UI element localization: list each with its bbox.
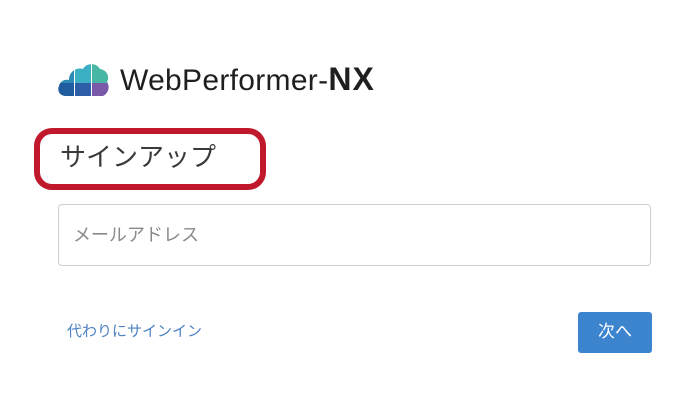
brand-suffix: NX <box>328 61 375 97</box>
brand-name: WebPerformer <box>120 64 319 97</box>
next-button[interactable]: 次へ <box>578 312 652 353</box>
signup-page: WebPerformer-NX サインアップ 代わりにサインイン 次へ <box>0 0 683 419</box>
cloud-logo-icon <box>58 64 109 96</box>
page-title: サインアップ <box>60 143 217 173</box>
brand-separator: - <box>318 64 329 97</box>
signin-instead-link[interactable]: 代わりにサインイン <box>67 320 202 342</box>
email-field[interactable] <box>58 204 651 266</box>
brand-logo: WebPerformer-NX <box>56 58 375 102</box>
brand-wordmark: WebPerformer-NX <box>120 57 375 103</box>
